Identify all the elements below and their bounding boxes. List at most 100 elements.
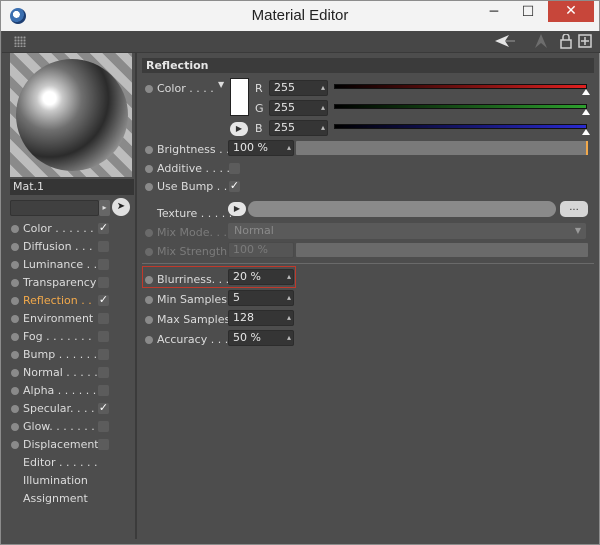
r-value-field[interactable]: 255 ▴ — [269, 80, 328, 96]
b-value-field[interactable]: 255 ▴ — [269, 120, 328, 136]
max-samples-field[interactable]: 128 ▴ — [228, 310, 294, 326]
mix-strength-field[interactable]: 100 % — [228, 242, 294, 258]
material-preview[interactable] — [10, 53, 132, 177]
channel-checkbox[interactable] — [98, 367, 109, 378]
lock-icon[interactable] — [560, 33, 572, 52]
channel-label: Fog . . . . . . . — [23, 330, 92, 343]
arrow-back-icon[interactable] — [495, 35, 515, 53]
channel-checkbox[interactable] — [98, 277, 109, 288]
sidebar-item-channel[interactable]: Fog . . . . . . . — [8, 328, 133, 346]
channel-checkbox[interactable] — [98, 259, 109, 270]
animate-dot-icon[interactable] — [145, 316, 153, 324]
new-window-icon[interactable] — [578, 34, 592, 52]
channel-checkbox[interactable] — [98, 439, 109, 450]
animate-dot-icon[interactable] — [145, 296, 153, 304]
animate-dot-icon[interactable] — [145, 336, 153, 344]
color-expand-button[interactable]: ▶ — [230, 122, 248, 136]
brightness-field[interactable]: 100 % ▴ — [228, 140, 294, 156]
r-slider-knob[interactable] — [582, 89, 590, 95]
texture-field[interactable] — [248, 201, 556, 217]
sidebar-item-channel[interactable]: Environment — [8, 310, 133, 328]
sidebar-item-channel[interactable]: Assignment — [8, 490, 133, 508]
sidebar-item-channel[interactable]: Displacement — [8, 436, 133, 454]
stepper-icon[interactable]: ▴ — [321, 101, 325, 115]
channel-checkbox[interactable] — [98, 349, 109, 360]
stepper-icon[interactable]: ▴ — [287, 331, 291, 345]
b-slider[interactable] — [334, 124, 587, 129]
channel-checkbox[interactable]: ✓ — [98, 402, 109, 414]
arrow-forward-icon[interactable] — [533, 34, 549, 52]
texture-browse-button[interactable]: ... — [560, 201, 588, 217]
animate-dot-icon — [145, 248, 153, 256]
g-slider-knob[interactable] — [582, 109, 590, 115]
sidebar-item-channel[interactable]: Editor . . . . . . — [8, 454, 133, 472]
stepper-icon[interactable]: ▴ — [287, 311, 291, 325]
sidebar-item-channel[interactable]: Reflection . . ✓ — [8, 292, 133, 310]
panel-divider[interactable] — [135, 53, 137, 539]
blurriness-field[interactable]: 20 % ▴ — [228, 269, 294, 285]
accuracy-label: Accuracy . . . . — [157, 333, 236, 346]
use-bump-checkbox[interactable]: ✓ — [229, 180, 240, 192]
animate-dot-icon[interactable] — [145, 146, 153, 154]
channel-checkbox[interactable] — [98, 313, 109, 324]
mix-mode-row: Mix Mode. . . — [139, 224, 229, 242]
sidebar-item-channel[interactable]: Bump . . . . . . — [8, 346, 133, 364]
sidebar-item-channel[interactable]: Diffusion . . . — [8, 238, 133, 256]
material-name-field[interactable]: Mat.1 — [10, 179, 134, 195]
material-link-arrow-icon[interactable]: ▸ — [99, 200, 110, 216]
sidebar-item-channel[interactable]: Alpha . . . . . . — [8, 382, 133, 400]
section-separator — [142, 263, 594, 264]
close-button[interactable]: ✕ — [548, 1, 594, 22]
pick-tool-icon[interactable]: ➤ — [112, 198, 130, 216]
channel-dot-icon — [11, 351, 19, 359]
texture-label: Texture . . . . . — [157, 207, 233, 220]
color-swatch[interactable] — [230, 78, 249, 116]
texture-expand-button[interactable]: ▶ — [228, 202, 246, 216]
sidebar-item-channel[interactable]: Specular. . . . ✓ — [8, 400, 133, 418]
channel-checkbox[interactable] — [98, 241, 109, 252]
additive-checkbox[interactable] — [229, 163, 240, 174]
channel-checkbox[interactable] — [98, 331, 109, 342]
mix-strength-label: Mix Strength — [157, 245, 228, 258]
channel-label: Luminance . . . — [23, 258, 105, 271]
min-samples-field[interactable]: 5 ▴ — [228, 290, 294, 306]
sidebar-item-channel[interactable]: Luminance . . . — [8, 256, 133, 274]
stepper-icon[interactable]: ▴ — [287, 291, 291, 305]
channel-checkbox[interactable]: ✓ — [98, 222, 109, 234]
channel-label: Transparency — [23, 276, 97, 289]
mix-strength-slider[interactable] — [296, 243, 588, 257]
stepper-icon[interactable]: ▴ — [321, 81, 325, 95]
material-link-field[interactable] — [10, 200, 99, 216]
maximize-button[interactable]: ☐ — [515, 2, 541, 22]
use-bump-checkbox-wrap: ✓ — [139, 178, 249, 196]
accuracy-field[interactable]: 50 % ▴ — [228, 330, 294, 346]
sidebar-item-channel[interactable]: Illumination — [8, 472, 133, 490]
grip-handle[interactable] — [14, 36, 26, 47]
stepper-icon[interactable]: ▴ — [287, 141, 291, 155]
channel-label: Environment — [23, 312, 94, 325]
minimize-button[interactable]: ─ — [481, 2, 507, 22]
blurriness-row: Blurriness. . . — [139, 271, 229, 289]
b-slider-knob[interactable] — [582, 129, 590, 135]
swatch-menu-arrow-icon[interactable]: ▼ — [218, 80, 224, 89]
channel-label: Color . . . . . . — [23, 222, 94, 235]
channel-checkbox[interactable] — [98, 421, 109, 432]
brightness-slider[interactable] — [296, 141, 588, 155]
sidebar-item-channel[interactable]: Color . . . . . . ✓ — [8, 220, 133, 238]
stepper-icon[interactable]: ▴ — [287, 270, 291, 284]
g-label: G — [255, 102, 264, 115]
sidebar-item-channel[interactable]: Normal . . . . . — [8, 364, 133, 382]
sidebar-item-channel[interactable]: Glow. . . . . . . — [8, 418, 133, 436]
mix-mode-dropdown[interactable]: Normal ▼ — [228, 223, 586, 239]
g-value-field[interactable]: 255 ▴ — [269, 100, 328, 116]
channel-dot-icon — [11, 369, 19, 377]
animate-dot-icon[interactable] — [145, 276, 153, 284]
channel-checkbox[interactable]: ✓ — [98, 294, 109, 306]
stepper-icon[interactable]: ▴ — [321, 121, 325, 135]
channel-dot-icon — [11, 333, 19, 341]
animate-dot-icon[interactable] — [145, 85, 153, 93]
channel-checkbox[interactable] — [98, 385, 109, 396]
g-slider[interactable] — [334, 104, 587, 109]
sidebar-item-channel[interactable]: Transparency — [8, 274, 133, 292]
r-slider[interactable] — [334, 84, 587, 89]
